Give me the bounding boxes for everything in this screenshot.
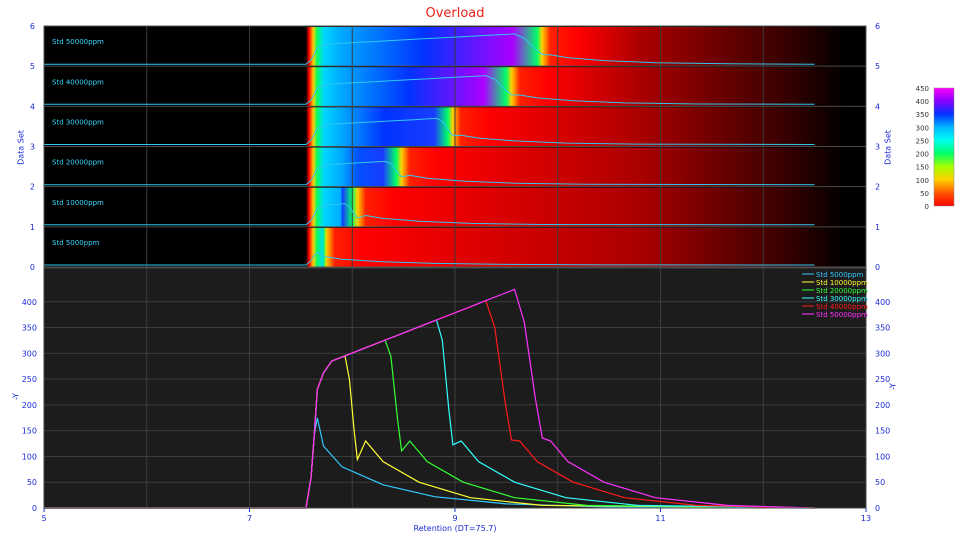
bottom-ytick-right: 300 bbox=[875, 349, 890, 358]
top-series-label: Std 10000ppm bbox=[52, 199, 104, 207]
colorbar-tick: 100 bbox=[916, 177, 929, 185]
bottom-ytick-left: 50 bbox=[27, 478, 37, 487]
top-series-label: Std 40000ppm bbox=[52, 78, 104, 86]
bottom-ytick-right: 0 bbox=[875, 504, 880, 513]
bottom-ytick-left: 150 bbox=[22, 427, 37, 436]
colorbar-tick: 0 bbox=[925, 203, 929, 211]
top-series-label: Std 20000ppm bbox=[52, 159, 104, 167]
colorbar-tick: 350 bbox=[916, 111, 929, 119]
top-ytick-left: 6 bbox=[30, 22, 35, 31]
colorbar-tick: 300 bbox=[916, 124, 929, 132]
legend-label: Std 40000ppm bbox=[816, 303, 868, 311]
xtick-label: 5 bbox=[41, 514, 46, 523]
xtick-label: 11 bbox=[655, 514, 665, 523]
top-ytick-right: 2 bbox=[875, 183, 880, 192]
top-ytick-right: 5 bbox=[875, 62, 880, 71]
colorbar-tick: 400 bbox=[916, 98, 929, 106]
bottom-ytick-left: 100 bbox=[22, 452, 37, 461]
colorbar-tick: 50 bbox=[920, 190, 929, 198]
colorbar-tick: 150 bbox=[916, 164, 929, 172]
top-ytick-left: 3 bbox=[30, 143, 35, 152]
top-ytick-left: 2 bbox=[30, 183, 35, 192]
bottom-ytick-right: 250 bbox=[875, 375, 890, 384]
bottom-ytick-right: 50 bbox=[875, 478, 885, 487]
legend-label: Std 10000ppm bbox=[816, 279, 868, 287]
chart-svg: Std 5000ppmStd 10000ppmStd 20000ppmStd 3… bbox=[22, 22, 955, 523]
top-ytick-left: 4 bbox=[30, 102, 35, 111]
colorbar-tick: 250 bbox=[916, 137, 929, 145]
top-series-label: Std 5000ppm bbox=[52, 239, 100, 247]
colorbar bbox=[933, 87, 955, 207]
bottom-ytick-right: 150 bbox=[875, 427, 890, 436]
top-series-label: Std 50000ppm bbox=[52, 38, 104, 46]
bottom-ytick-left: 400 bbox=[22, 298, 37, 307]
legend-label: Std 50000ppm bbox=[816, 311, 868, 319]
colorbar-tick: 200 bbox=[916, 151, 929, 159]
bottom-ytick-left: 250 bbox=[22, 375, 37, 384]
bottom-ytick-right: 100 bbox=[875, 452, 890, 461]
heatmap-band bbox=[300, 187, 846, 227]
top-ytick-left: 0 bbox=[30, 263, 35, 272]
bottom-ytick-right: 350 bbox=[875, 324, 890, 333]
top-ytick-right: 6 bbox=[875, 22, 880, 31]
bottom-ytick-left: 0 bbox=[32, 504, 37, 513]
top-ytick-left: 1 bbox=[30, 223, 35, 232]
xtick-label: 13 bbox=[861, 514, 871, 523]
top-ytick-right: 0 bbox=[875, 263, 880, 272]
bottom-ytick-left: 300 bbox=[22, 349, 37, 358]
bottom-ytick-right: 200 bbox=[875, 401, 890, 410]
legend-label: Std 30000ppm bbox=[816, 295, 868, 303]
xtick-label: 7 bbox=[247, 514, 252, 523]
heatmap-band bbox=[300, 27, 846, 67]
bottom-ytick-right: 400 bbox=[875, 298, 890, 307]
top-ytick-left: 5 bbox=[30, 62, 35, 71]
top-series-label: Std 30000ppm bbox=[52, 118, 104, 126]
legend-label: Std 5000ppm bbox=[816, 271, 864, 279]
heatmap-band bbox=[300, 227, 846, 267]
top-ytick-right: 3 bbox=[875, 143, 880, 152]
xtick-label: 9 bbox=[452, 514, 457, 523]
heatmap-band bbox=[300, 107, 846, 147]
top-ytick-right: 1 bbox=[875, 223, 880, 232]
heatmap-band bbox=[300, 147, 846, 187]
chart-root: Overload Data Set Data Set -Y -Y Retenti… bbox=[0, 0, 960, 540]
top-ytick-right: 4 bbox=[875, 102, 880, 111]
colorbar-tick: 450 bbox=[916, 85, 929, 93]
bottom-ytick-left: 200 bbox=[22, 401, 37, 410]
legend-label: Std 20000ppm bbox=[816, 287, 868, 295]
bottom-ytick-left: 350 bbox=[22, 324, 37, 333]
